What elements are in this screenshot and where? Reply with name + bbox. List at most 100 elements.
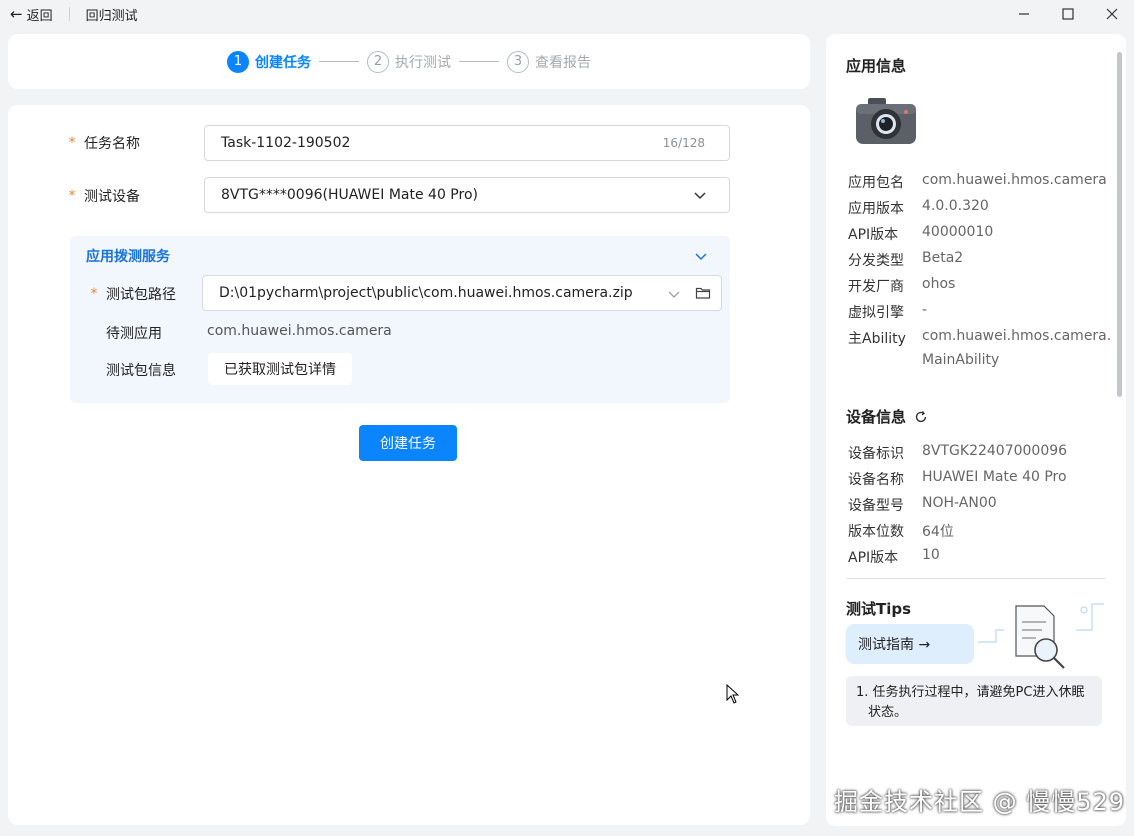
info-panel: 应用信息 应用包名 com.huawei.hmos.camera 应用版本 4.0.… [826, 34, 1126, 826]
kv-key: 设备名称 [848, 472, 904, 488]
minimize-icon [1019, 13, 1029, 15]
pkg-info-label: 测试包信息 [106, 363, 176, 379]
step-label: 创建任务 [255, 54, 311, 71]
task-name-input[interactable]: Task-1102-190502 16/128 [204, 125, 730, 161]
document-search-illustration [978, 603, 1104, 669]
kv-key [848, 352, 922, 368]
tip-line: 1. 任务执行过程中，请避免PC进入休眠 [856, 685, 1085, 700]
service-panel: 应用拨测服务 * 测试包路径 D:\01pycharm\project\publ… [70, 236, 730, 403]
step-label: 查看报告 [535, 54, 591, 71]
maximize-icon [1062, 8, 1074, 20]
kv-key: 虚拟引擎 [848, 305, 904, 321]
kv-value: com.huawei.hmos.camera. [922, 328, 1112, 344]
scrollbar[interactable] [1117, 52, 1122, 397]
app-info-row: 虚拟引擎 - [848, 302, 927, 322]
step-connector [459, 61, 499, 62]
kv-key: 应用包名 [848, 175, 904, 191]
tip-message: 1. 任务执行过程中，请避免PC进入休眠 状态。 [846, 676, 1102, 726]
back-arrow-icon: ← [10, 5, 23, 23]
app-info-row: API版本 40000010 [848, 224, 993, 244]
device-info-title: 设备信息 [846, 408, 907, 426]
kv-value: 4.0.0.320 [922, 198, 989, 214]
app-info-row: 主Ability com.huawei.hmos.camera. [848, 328, 1111, 348]
kv-value: 64位 [922, 524, 954, 540]
task-name-row: * 任务名称 [64, 133, 141, 153]
pkg-path-value: D:\01pycharm\project\public\com.huawei.h… [219, 285, 633, 301]
app-info-row: 分发类型 Beta2 [848, 250, 963, 270]
camera-app-icon [856, 98, 916, 144]
pkg-path-row: * 测试包路径 [86, 284, 177, 304]
device-info-row: 设备型号 NOH-AN00 [848, 495, 997, 515]
task-name-label: 任务名称 [84, 136, 140, 152]
device-info-row: 设备标识 8VTGK22407000096 [848, 443, 1067, 463]
kv-key: 设备型号 [848, 498, 904, 514]
kv-key: 主Ability [848, 331, 906, 347]
close-button[interactable] [1090, 0, 1134, 28]
app-info-row: 开发厂商 ohos [848, 276, 955, 296]
back-label: 返回 [26, 8, 53, 24]
window-controls [1002, 0, 1134, 28]
minimize-button[interactable] [1002, 0, 1046, 28]
kv-value: 8VTGK22407000096 [922, 443, 1068, 459]
service-title: 应用拨测服务 [86, 249, 170, 265]
device-label: 测试设备 [84, 189, 140, 205]
app-info-title: 应用信息 [846, 57, 907, 75]
app-value: com.huawei.hmos.camera [207, 323, 392, 339]
window-title: 回归测试 [85, 8, 138, 24]
device-row: * 测试设备 [64, 186, 141, 206]
kv-value: - [922, 302, 928, 318]
task-name-value: Task-1102-190502 [221, 135, 351, 151]
title-divider [68, 7, 70, 21]
device-select[interactable]: 8VTG****0096(HUAWEI Mate 40 Pro) [204, 177, 730, 213]
pkg-path-input[interactable]: D:\01pycharm\project\public\com.huawei.h… [202, 275, 722, 311]
test-guide-button[interactable]: 测试指南 → [846, 624, 974, 664]
chevron-down-icon [694, 192, 706, 200]
step-number: 2 [367, 50, 389, 73]
kv-value: MainAbility [922, 352, 1000, 368]
step-number: 1 [227, 50, 249, 73]
step-label: 执行测试 [395, 54, 451, 71]
kv-value: com.huawei.hmos.camera [922, 172, 1107, 188]
step-number: 3 [507, 50, 529, 73]
kv-value: ohos [922, 276, 956, 292]
mouse-cursor-icon [726, 684, 740, 704]
refresh-icon[interactable] [914, 410, 928, 424]
step-connector [319, 61, 359, 62]
kv-key: 开发厂商 [848, 279, 904, 295]
device-info-row: API版本 10 [848, 547, 940, 567]
step-create-task[interactable]: 1 创建任务 [227, 50, 311, 73]
kv-key: API版本 [848, 550, 899, 566]
tip-line: 状态。 [868, 705, 908, 720]
device-info-header: 设备信息 [846, 406, 928, 427]
device-info-row: 设备名称 HUAWEI Mate 40 Pro [848, 469, 1067, 489]
stepper: 1 创建任务 2 执行测试 3 查看报告 [8, 34, 810, 89]
kv-key: 设备标识 [848, 446, 904, 462]
app-label: 待测应用 [106, 326, 162, 342]
tips-title: 测试Tips [846, 600, 912, 618]
create-task-button[interactable]: 创建任务 [359, 425, 457, 461]
kv-key: 分发类型 [848, 253, 904, 269]
required-mark: * [68, 188, 76, 204]
divider [846, 578, 1106, 579]
kv-value: Beta2 [922, 250, 964, 266]
required-mark: * [68, 135, 76, 151]
close-icon [1106, 8, 1118, 20]
kv-key: API版本 [848, 227, 899, 243]
kv-value: NOH-AN00 [922, 495, 997, 511]
step-run-test[interactable]: 2 执行测试 [367, 50, 451, 73]
folder-icon[interactable] [695, 285, 711, 301]
watermark: 掘金技术社区 @ 慢慢529 [834, 788, 1126, 816]
app-info-row: 应用版本 4.0.0.320 [848, 198, 989, 218]
step-view-report[interactable]: 3 查看报告 [507, 50, 591, 73]
pkg-path-label: 测试包路径 [106, 287, 176, 303]
kv-key: 应用版本 [848, 201, 904, 217]
kv-key: 版本位数 [848, 524, 904, 540]
pkg-info-button[interactable]: 已获取测试包详情 [208, 353, 352, 385]
collapse-chevron-icon[interactable] [694, 249, 708, 263]
maximize-button[interactable] [1046, 0, 1090, 28]
required-mark: * [90, 286, 98, 302]
device-value: 8VTG****0096(HUAWEI Mate 40 Pro) [221, 187, 478, 203]
kv-value: HUAWEI Mate 40 Pro [922, 469, 1067, 485]
char-counter: 16/128 [662, 136, 705, 150]
back-button[interactable]: ← 返回 [10, 5, 53, 24]
